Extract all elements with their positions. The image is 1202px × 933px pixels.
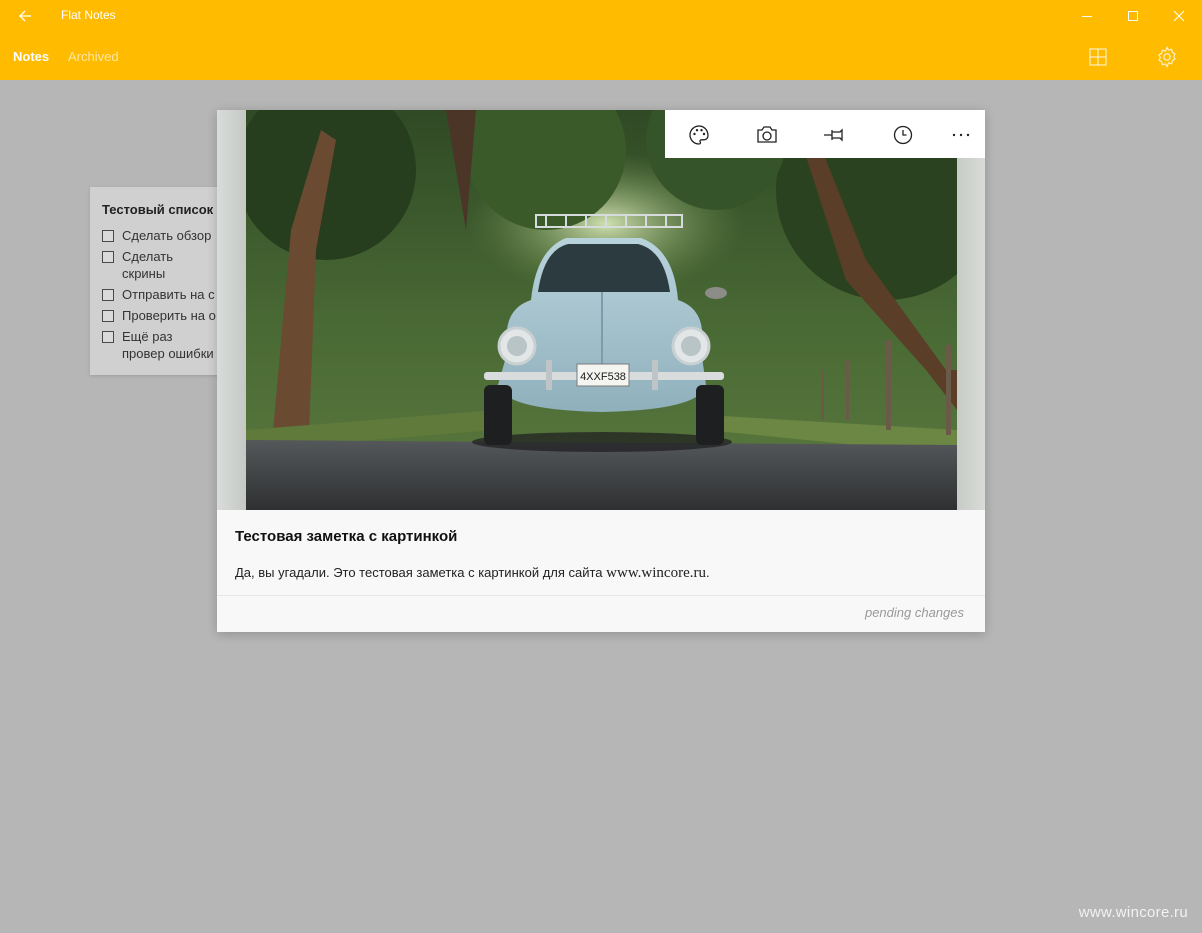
close-button[interactable] [1156,0,1202,32]
checkbox[interactable] [102,310,114,322]
checklist-item-text: Проверить на о [122,308,216,323]
checkbox[interactable] [102,251,114,263]
vintage-car-photo: 4XXF538 [246,110,957,510]
checklist-item[interactable]: Сделать скрины [102,248,217,282]
image-blur-left [217,110,246,510]
checklist-item-text: Ещё раз провер ошибки [122,329,214,361]
camera-icon [757,126,777,143]
checklist: Сделать обзор Сделать скрины Отправить н… [102,227,217,366]
maximize-icon [1128,11,1138,21]
checklist-item-text: Отправить на с [122,287,215,302]
pin-icon [824,128,843,142]
minimize-button[interactable] [1064,0,1110,32]
layout-toggle-button[interactable] [1085,44,1111,70]
checklist-item-text: Сделать обзор [122,228,212,243]
app-title: Flat Notes [61,8,116,22]
pin-button[interactable] [822,122,848,148]
note-card-title: Тестовый список [102,202,214,217]
checklist-item[interactable]: Отправить на с [102,286,217,303]
checkbox[interactable] [102,289,114,301]
checklist-item[interactable]: Проверить на о [102,307,217,324]
more-icon [952,133,970,137]
note-toolbar [665,110,985,158]
palette-icon [689,125,709,145]
close-icon [1174,11,1184,21]
checkbox[interactable] [102,331,114,343]
reminder-button[interactable] [890,122,916,148]
minimize-icon [1082,16,1092,17]
note-body-link: www.wincore.ru [606,565,706,581]
note-title[interactable]: Тестовая заметка с картинкой [235,528,457,545]
settings-button[interactable] [1154,44,1180,70]
note-image: 4XXF538 [217,110,985,510]
grid-layout-icon [1089,48,1107,66]
clock-icon [893,125,913,145]
back-button[interactable] [12,4,38,28]
color-button[interactable] [686,122,712,148]
more-button[interactable] [948,122,974,148]
checkbox[interactable] [102,230,114,242]
note-body-text: Да, вы угадали. Это тестовая заметка с к… [235,565,607,580]
svg-text:4XXF538: 4XXF538 [580,371,626,383]
add-image-button[interactable] [754,122,780,148]
image-blur-right [956,110,985,510]
tab-archived[interactable]: Archived [68,49,119,64]
note-body-end: . [706,565,710,580]
note-body[interactable]: Да, вы угадали. Это тестовая заметка с к… [235,565,710,582]
checklist-item-text: Сделать скрины [122,249,174,281]
note-editor: 4XXF538 Тестовая заметка с картинкой Да,… [217,110,985,632]
save-status: pending changes [864,605,964,620]
checklist-item[interactable]: Ещё раз провер ошибки [102,328,217,362]
checklist-item[interactable]: Сделать обзор [102,227,217,244]
arrow-left-icon [19,10,31,22]
app-header: Flat Notes Notes Archived [0,0,1202,80]
maximize-button[interactable] [1110,0,1156,32]
gear-icon [1158,46,1176,68]
tab-notes[interactable]: Notes [13,49,49,64]
watermark: www.wincore.ru [1078,904,1188,921]
divider [217,595,985,596]
